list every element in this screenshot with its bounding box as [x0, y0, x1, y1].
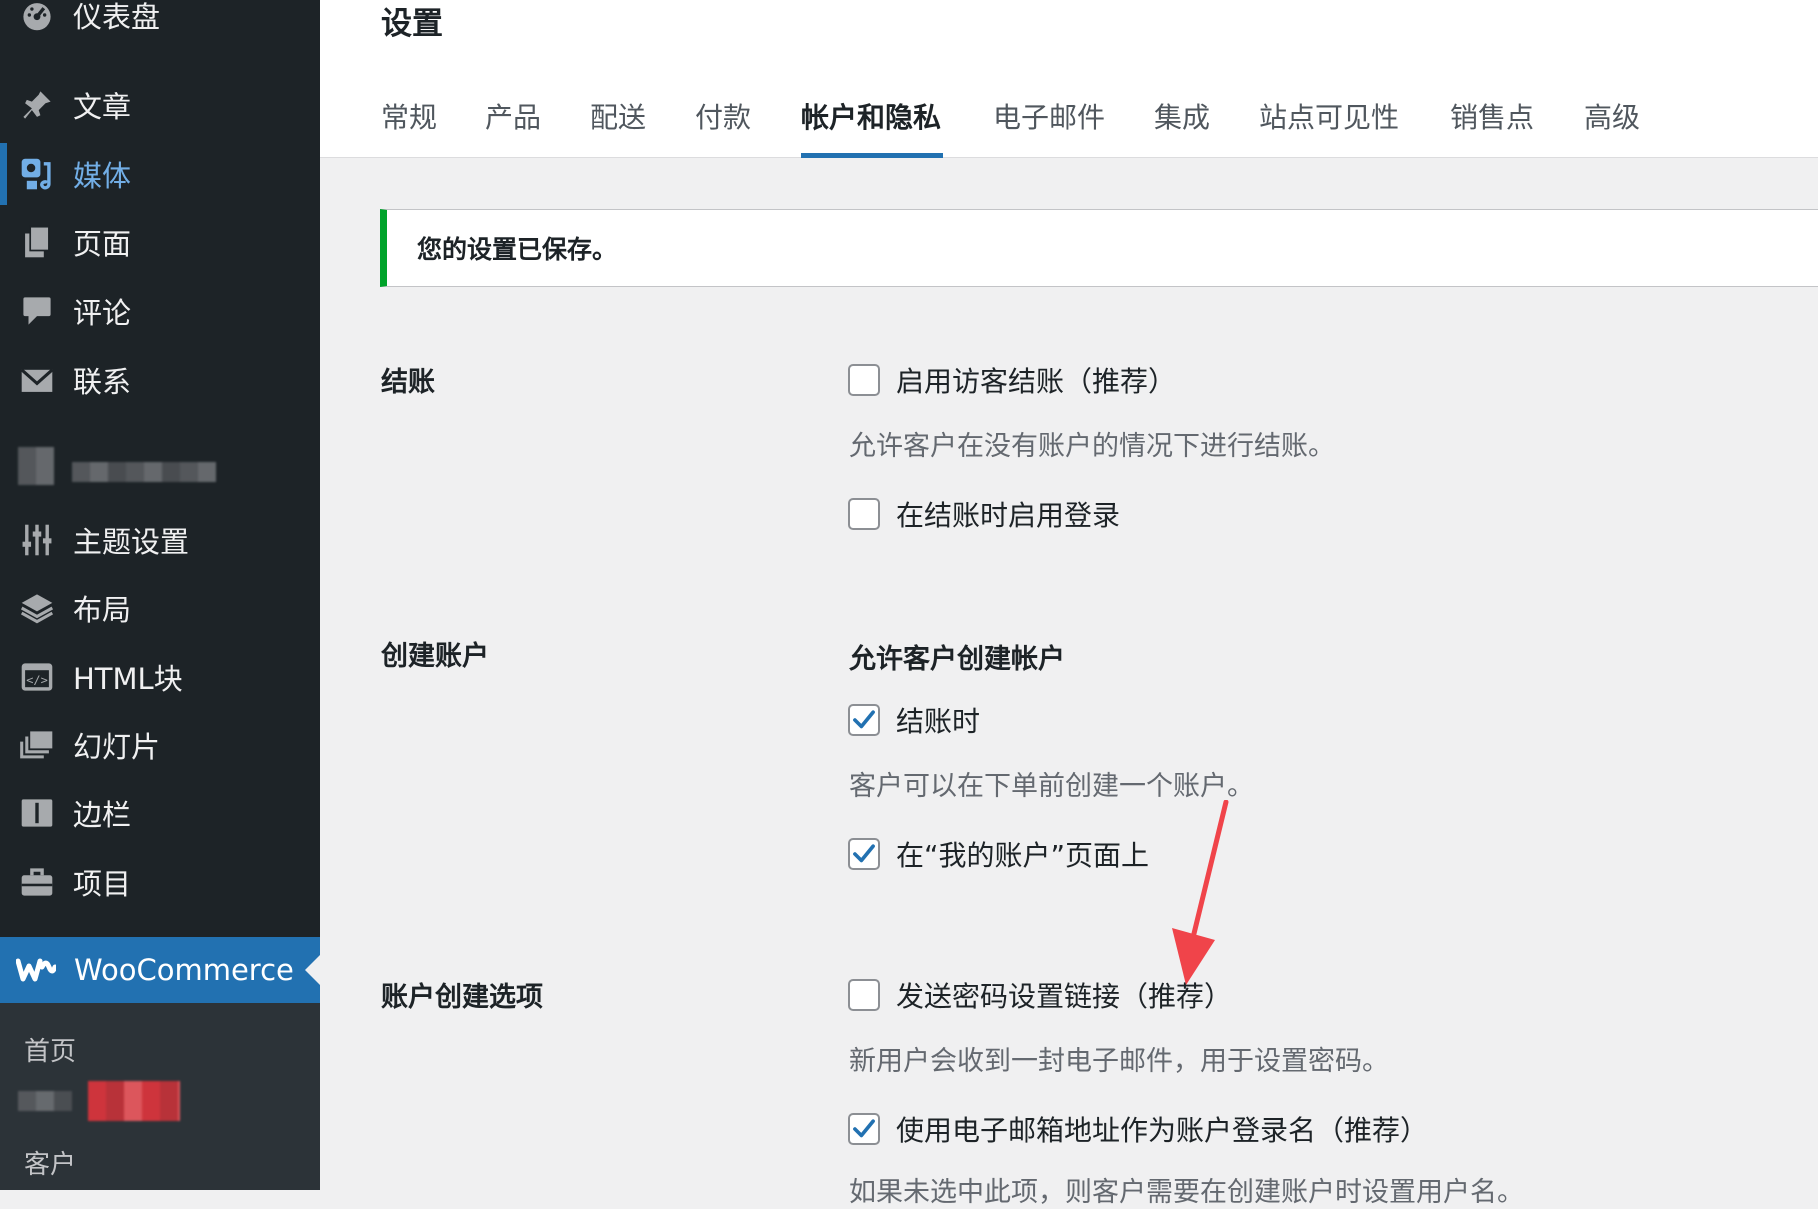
tab-integration[interactable]: 集成	[1154, 96, 1210, 136]
create-on-my-account-option: 在“我的账户”页面上	[848, 834, 1149, 874]
section-label-account-options: 账户创建选项	[381, 982, 543, 1013]
email-as-username-label[interactable]: 使用电子邮箱地址作为账户登录名（推荐）	[896, 1109, 1428, 1149]
checkmark-icon	[853, 1119, 875, 1138]
sidebar-item-label: 联系	[73, 365, 132, 399]
create-at-checkout-option: 结账时	[848, 700, 980, 740]
send-password-link-description: 新用户会收到一封电子邮件，用于设置密码。	[849, 1046, 1389, 1077]
active-tab-indicator	[801, 153, 943, 158]
briefcase-icon	[19, 864, 55, 900]
guest-checkout-description: 允许客户在没有账户的情况下进行结账。	[849, 431, 1335, 462]
login-at-checkout-option: 在结账时启用登录	[848, 494, 1120, 534]
sidebar-item-posts[interactable]: 文章	[0, 74, 320, 136]
redacted-label	[72, 462, 216, 482]
email-as-username-option: 使用电子邮箱地址作为账户登录名（推荐）	[848, 1109, 1428, 1149]
sidebar-item-html-block[interactable]: </> HTML块	[0, 646, 320, 708]
sidebar-item-woocommerce[interactable]: WooCommerce	[0, 937, 320, 1003]
slides-icon	[19, 727, 55, 763]
sidebar-item-contact[interactable]: 联系	[0, 349, 320, 411]
sidebar-item-label: 文章	[73, 90, 132, 124]
submenu-item-home[interactable]: 首页	[24, 1031, 76, 1068]
sidebar-item-label: 布局	[73, 593, 132, 627]
guest-checkout-label[interactable]: 启用访客结账（推荐）	[896, 360, 1176, 400]
login-at-checkout-checkbox[interactable]	[848, 498, 880, 530]
tab-payments[interactable]: 付款	[695, 96, 751, 136]
layers-icon	[19, 590, 55, 626]
tab-emails[interactable]: 电子邮件	[993, 96, 1105, 136]
page-icon	[19, 224, 55, 260]
sidebar-item-label: HTML块	[73, 662, 183, 696]
sidebar-item-label: 页面	[73, 227, 132, 261]
sidebar-item-media[interactable]: 媒体	[0, 143, 320, 205]
woocommerce-icon	[16, 955, 56, 985]
woocommerce-submenu: 首页 客户	[0, 1003, 320, 1190]
guest-checkout-checkbox[interactable]	[848, 364, 880, 396]
redacted-submenu-item	[18, 1091, 72, 1111]
pin-icon	[19, 87, 55, 123]
send-password-link-checkbox[interactable]	[848, 979, 880, 1011]
sidebar-icon	[19, 795, 55, 831]
sidebar-item-label: 评论	[73, 296, 132, 330]
annotation-arrow-icon	[1172, 800, 1229, 985]
allow-account-creation-heading: 允许客户创建帐户	[849, 644, 1065, 675]
sidebar-item-label: WooCommerce	[74, 953, 294, 987]
sidebar-item-sidebar[interactable]: 边栏	[0, 782, 320, 844]
tab-point-of-sale[interactable]: 销售点	[1450, 96, 1534, 136]
page-title: 设置	[381, 6, 443, 42]
sidebar-item-theme-settings[interactable]: 主题设置	[0, 509, 320, 571]
sidebar-item-label: 仪表盘	[73, 0, 161, 34]
svg-text:</>: </>	[26, 673, 47, 687]
sidebar-item-label: 边栏	[73, 798, 132, 832]
tab-site-visibility[interactable]: 站点可见性	[1259, 96, 1399, 136]
create-at-checkout-description: 客户可以在下单前创建一个账户。	[849, 771, 1254, 802]
tab-advanced[interactable]: 高级	[1584, 96, 1640, 136]
create-on-my-account-label[interactable]: 在“我的账户”页面上	[896, 834, 1149, 874]
create-on-my-account-checkbox[interactable]	[848, 838, 880, 870]
redacted-icon	[18, 447, 54, 485]
sliders-icon	[19, 522, 55, 558]
section-label-account-creation: 创建账户	[381, 641, 489, 672]
sidebar-item-slides[interactable]: 幻灯片	[0, 714, 320, 776]
sidebar-item-label: 媒体	[73, 159, 132, 193]
tab-accounts-privacy[interactable]: 帐户和隐私	[801, 96, 941, 136]
checkmark-icon	[853, 710, 875, 729]
submenu-item-customers[interactable]: 客户	[24, 1144, 76, 1181]
login-at-checkout-label[interactable]: 在结账时启用登录	[896, 494, 1120, 534]
notice-text: 您的设置已保存。	[417, 235, 618, 264]
comment-icon	[19, 293, 55, 329]
sidebar-item-label: 项目	[73, 867, 132, 901]
settings-saved-notice: 您的设置已保存。	[380, 209, 1818, 287]
send-password-link-label[interactable]: 发送密码设置链接（推荐）	[896, 975, 1232, 1015]
sidebar-item-dashboard[interactable]: 仪表盘	[0, 0, 320, 46]
admin-sidebar: 仪表盘 文章 媒体 页面 评论 联系 主题设置 布局 </> HTML块 幻灯片…	[0, 0, 320, 1190]
checkmark-icon	[853, 844, 875, 863]
tab-products[interactable]: 产品	[485, 96, 541, 136]
tab-general[interactable]: 常规	[381, 96, 437, 136]
media-icon	[19, 156, 55, 192]
sidebar-item-layout[interactable]: 布局	[0, 577, 320, 639]
redacted-badge	[88, 1081, 180, 1121]
sidebar-item-label: 幻灯片	[73, 730, 161, 764]
create-at-checkout-label[interactable]: 结账时	[896, 700, 980, 740]
guest-checkout-option: 启用访客结账（推荐）	[848, 360, 1176, 400]
mail-icon	[19, 362, 55, 398]
send-password-link-option: 发送密码设置链接（推荐）	[848, 975, 1232, 1015]
sidebar-item-pages[interactable]: 页面	[0, 211, 320, 273]
sidebar-item-label: 主题设置	[73, 525, 190, 559]
tab-shipping[interactable]: 配送	[590, 96, 646, 136]
sidebar-item-projects[interactable]: 项目	[0, 851, 320, 913]
dashboard-icon	[19, 0, 55, 33]
section-label-checkout: 结账	[381, 367, 435, 398]
create-at-checkout-checkbox[interactable]	[848, 704, 880, 736]
html-block-icon: </>	[19, 659, 55, 695]
email-as-username-checkbox[interactable]	[848, 1113, 880, 1145]
sidebar-item-comments[interactable]: 评论	[0, 280, 320, 342]
